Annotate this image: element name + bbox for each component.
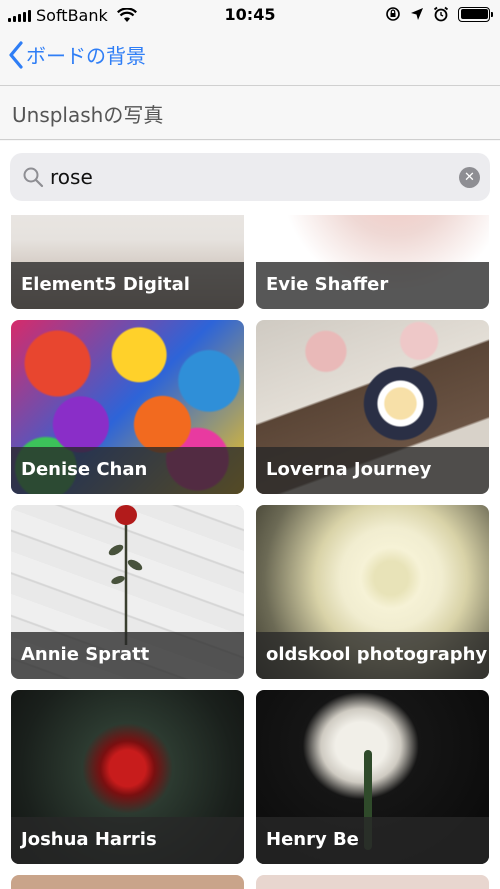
search-area: ✕	[0, 141, 500, 215]
photo-caption: oldskool photography	[256, 632, 489, 679]
status-right	[385, 6, 493, 22]
section-header: Unsplashの写真	[0, 86, 500, 140]
search-input[interactable]	[50, 159, 450, 195]
photo-card[interactable]: Evie Shaffer	[256, 215, 489, 309]
photo-author: oldskool photography	[266, 644, 488, 665]
screen-lock-icon	[386, 7, 400, 21]
rose-illustration	[108, 505, 143, 645]
navigation-bar: ボードの背景	[0, 30, 500, 86]
photo-card[interactable]: Henry Be	[256, 690, 489, 864]
location-icon	[411, 8, 423, 20]
photo-author: Element5 Digital	[21, 274, 190, 295]
photo-card[interactable]: Annie Spratt	[11, 505, 244, 679]
photo-card[interactable]: oldskool photography	[256, 505, 489, 679]
photo-caption: Annie Spratt	[11, 632, 244, 679]
photo-caption: Element5 Digital	[11, 262, 244, 309]
battery-icon	[458, 6, 493, 22]
photo-card[interactable]: Loverna Journey	[256, 320, 489, 494]
photo-author: Denise Chan	[21, 459, 148, 480]
status-bar: SoftBank 10:45	[0, 0, 500, 30]
photo-author: Loverna Journey	[266, 459, 432, 480]
search-icon	[23, 167, 44, 188]
photo-grid: Element5 Digital Evie Shaffer Denise Cha…	[0, 215, 500, 889]
photo-card[interactable]: Denise Chan	[11, 320, 244, 494]
photo-caption: Joshua Harris	[11, 817, 244, 864]
photo-author: Evie Shaffer	[266, 274, 389, 295]
photo-caption: Henry Be	[256, 817, 489, 864]
chevron-left-icon	[9, 40, 23, 69]
photo-card-peek[interactable]	[256, 875, 489, 889]
photo-card[interactable]: Joshua Harris	[11, 690, 244, 864]
search-field[interactable]: ✕	[10, 153, 490, 201]
photo-card-peek[interactable]	[11, 875, 244, 889]
photo-caption: Loverna Journey	[256, 447, 489, 494]
photo-author: Annie Spratt	[21, 644, 150, 665]
photo-author: Joshua Harris	[21, 829, 157, 850]
clear-icon[interactable]: ✕	[459, 167, 480, 188]
section-title: Unsplashの写真	[12, 103, 164, 127]
alarm-icon	[433, 6, 449, 22]
photo-caption: Denise Chan	[11, 447, 244, 494]
photo-card[interactable]: Element5 Digital	[11, 215, 244, 309]
back-button-label: ボードの背景	[26, 44, 146, 68]
photo-caption: Evie Shaffer	[256, 262, 489, 309]
photo-author: Henry Be	[266, 829, 359, 850]
back-button[interactable]: ボードの背景	[8, 40, 146, 69]
